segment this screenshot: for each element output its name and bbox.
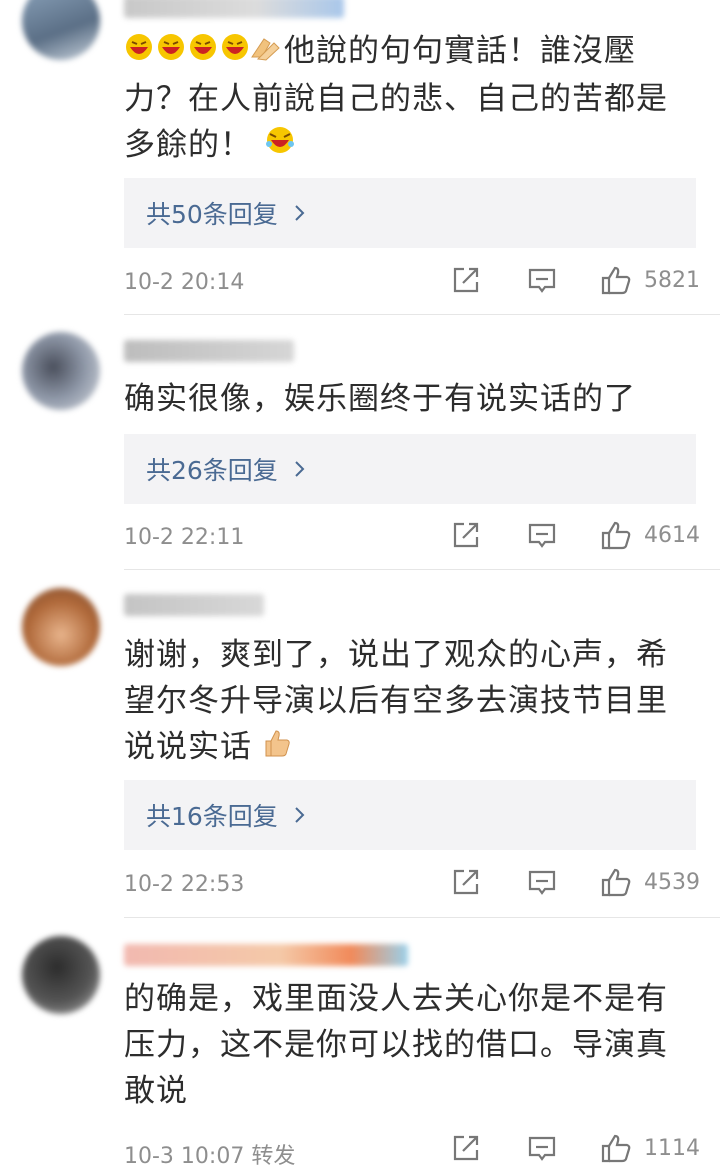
comment-item: 的确是，戏里面没人去关心你是不是有 压力，这不是你可以找的借口。导演真 敢说 1…: [0, 918, 720, 1169]
comment-text-line: 确实很像，娱乐圈终于有说实话的了: [124, 381, 636, 417]
like-icon: [601, 868, 631, 897]
comment-item: 他說的句句實話！誰沒壓 力？在人前說自己的悲、自己的苦都是 多餘的！ 共50条回…: [0, 0, 720, 316]
chevron-right-icon: [295, 807, 305, 823]
like-icon: [601, 521, 631, 550]
thumbs-up-emoji-icon: [263, 726, 293, 772]
comment-text-line: 谢谢，爽到了，说出了观众的心声，希: [124, 637, 668, 673]
like-button[interactable]: 5821: [600, 264, 700, 296]
comment-text: 他說的句句實話！誰沒壓 力？在人前說自己的悲、自己的苦都是 多餘的！: [124, 28, 684, 169]
comment-button[interactable]: [526, 1132, 558, 1164]
comment-button[interactable]: [526, 519, 558, 551]
comment-meta: 10-3 10:07 转发 1114: [124, 1132, 720, 1172]
comment-text: 的确是，戏里面没人去关心你是不是有 压力，这不是你可以找的借口。导演真 敢说: [124, 976, 684, 1114]
like-button[interactable]: 1114: [600, 1132, 700, 1164]
replies-label: 共16条回复: [146, 802, 278, 831]
comment-text-line: 敢说: [124, 1073, 188, 1109]
comment-text-line: 多餘的！: [124, 126, 252, 163]
username[interactable]: [124, 340, 294, 362]
clap-emoji-icon: [251, 37, 280, 61]
share-icon: [453, 869, 479, 895]
comment-icon: [528, 523, 556, 548]
comment-item: 确实很像，娱乐圈终于有说实话的了 共26条回复 10-2 22:11 4614: [0, 316, 720, 570]
comment-icon: [528, 1136, 556, 1161]
comment-text-line: 的确是，戏里面没人去关心你是不是有: [124, 981, 668, 1017]
share-button[interactable]: [450, 519, 482, 551]
comment-text-line: 说说实话: [124, 729, 252, 765]
comment-text: 确实很像，娱乐圈终于有说实话的了: [124, 376, 684, 422]
comment-button[interactable]: [526, 264, 558, 296]
comment-icon: [528, 870, 556, 895]
avatar[interactable]: [22, 332, 100, 410]
view-replies-button[interactable]: 共16条回复: [124, 780, 696, 850]
comment-text-line: 望尔冬升导演以后有空多去演技节目里: [124, 683, 668, 719]
timestamp: 10-3 10:07 转发: [124, 1138, 295, 1170]
comment-button[interactable]: [526, 866, 558, 898]
comment-text-line: 他說的句句實話！誰沒壓: [284, 33, 636, 69]
like-count: 1114: [644, 1135, 700, 1161]
share-button[interactable]: [450, 264, 482, 296]
share-button[interactable]: [450, 866, 482, 898]
chevron-right-icon: [295, 205, 305, 221]
timestamp: 10-2 22:53: [124, 872, 245, 897]
avatar[interactable]: [22, 588, 100, 666]
share-icon: [453, 1135, 479, 1161]
comment-text: 谢谢，爽到了，说出了观众的心声，希 望尔冬升导演以后有空多去演技节目里 说说实话: [124, 632, 684, 772]
forward-link[interactable]: 转发: [251, 1144, 295, 1169]
view-replies-button[interactable]: 共50条回复: [124, 178, 696, 248]
view-replies-button[interactable]: 共26条回复: [124, 434, 696, 504]
like-count: 4614: [644, 522, 700, 548]
avatar[interactable]: [22, 936, 100, 1014]
share-icon: [453, 522, 479, 548]
divider: [124, 314, 720, 315]
laughing-emoji-icon: [124, 30, 284, 76]
comment-icon: [528, 268, 556, 293]
comment-text-line: 力？在人前說自己的悲、自己的苦都是: [124, 80, 668, 117]
like-icon: [601, 266, 631, 295]
laughing-emoji-icon: [263, 123, 297, 169]
comment-text-line: 压力，这不是你可以找的借口。导演真: [124, 1027, 668, 1063]
comment-meta: 10-2 22:11 4614: [124, 519, 720, 559]
username[interactable]: [124, 0, 344, 18]
timestamp: 10-2 20:14: [124, 270, 245, 295]
chevron-right-icon: [295, 461, 305, 477]
avatar[interactable]: [22, 0, 100, 60]
share-button[interactable]: [450, 1132, 482, 1164]
username[interactable]: [124, 944, 408, 966]
like-button[interactable]: 4614: [600, 519, 700, 551]
like-count: 4539: [644, 869, 700, 895]
share-icon: [453, 267, 479, 293]
timestamp-text: 10-3 10:07: [124, 1144, 245, 1169]
comment-meta: 10-2 22:53 4539: [124, 866, 720, 906]
like-icon: [601, 1134, 631, 1163]
like-count: 5821: [644, 267, 700, 293]
like-button[interactable]: 4539: [600, 866, 700, 898]
comment-meta: 10-2 20:14 5821: [124, 264, 720, 304]
timestamp: 10-2 22:11: [124, 525, 245, 550]
comment-item: 谢谢，爽到了，说出了观众的心声，希 望尔冬升导演以后有空多去演技节目里 说说实话…: [0, 570, 720, 918]
replies-label: 共50条回复: [146, 200, 278, 229]
replies-label: 共26条回复: [146, 456, 278, 485]
username[interactable]: [124, 594, 264, 616]
